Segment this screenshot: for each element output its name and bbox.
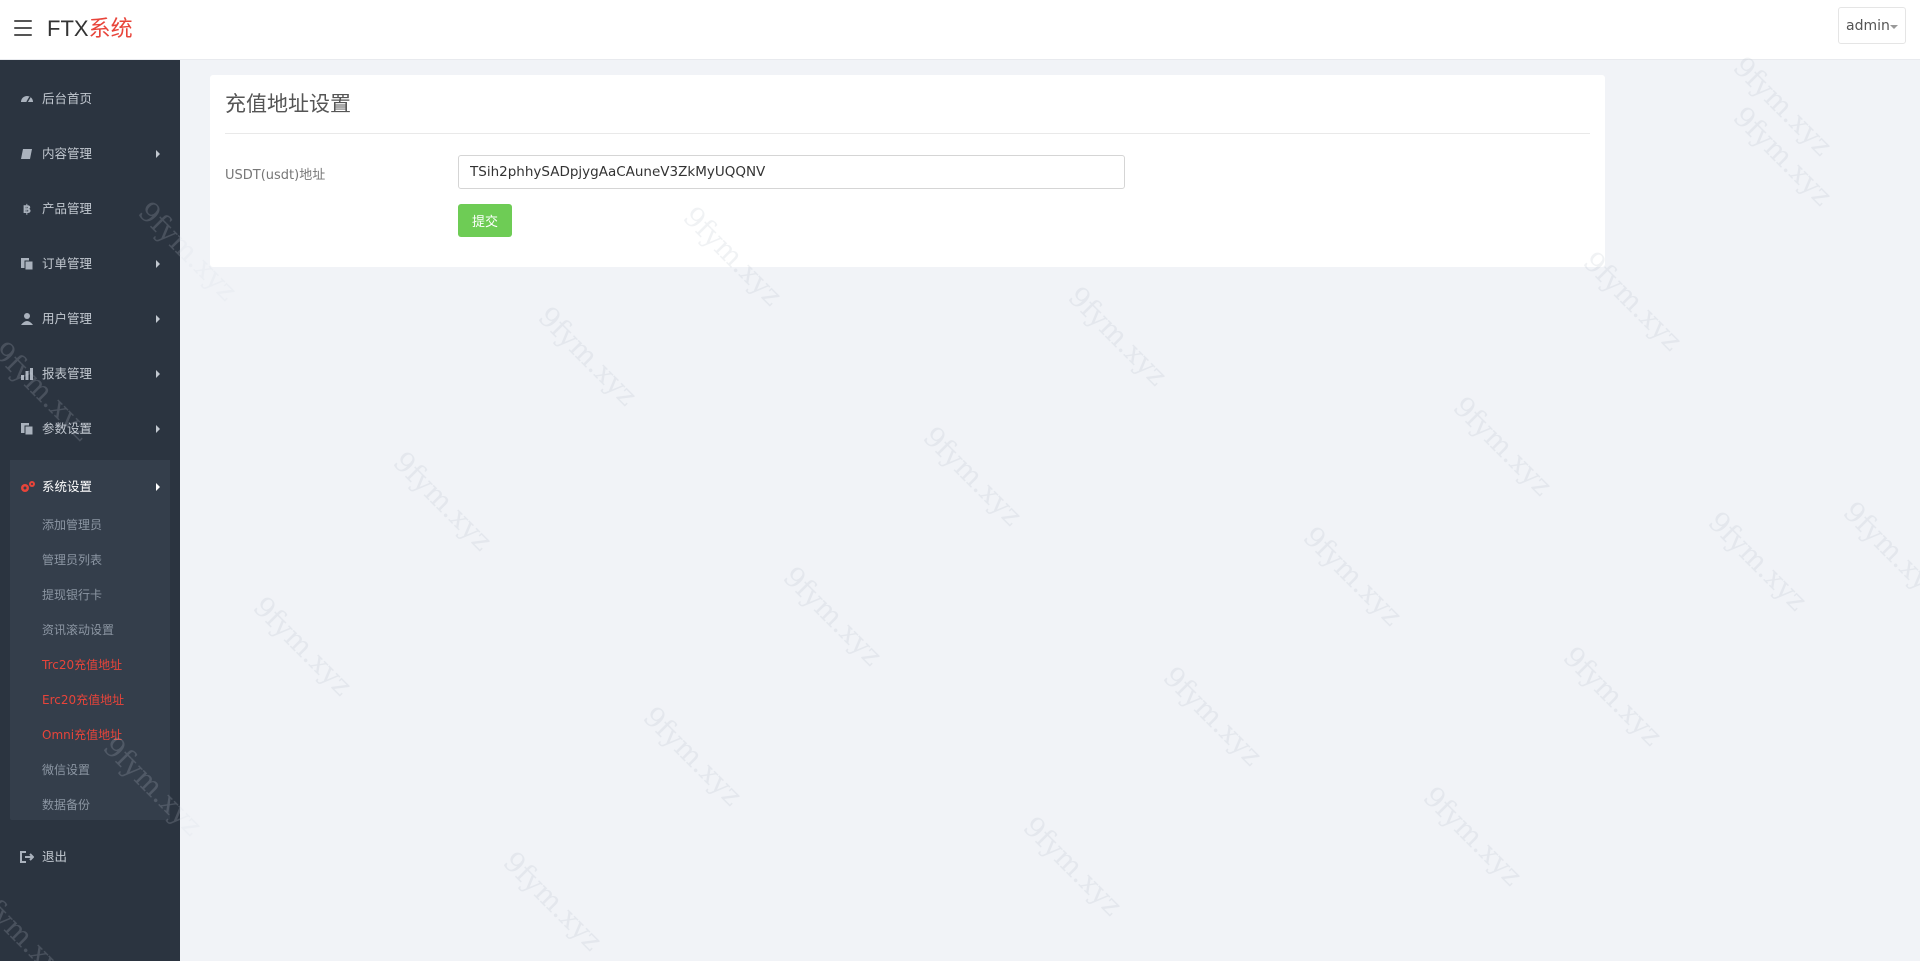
page-title: 充值地址设置 xyxy=(225,92,351,116)
watermark: 9fym.xyz xyxy=(1701,505,1814,618)
watermark: 9fym.xyz xyxy=(386,445,499,558)
divider xyxy=(225,133,1590,134)
user-name: admin xyxy=(1846,18,1890,34)
watermark: 9fym.xyz xyxy=(1061,280,1174,393)
watermark: 9fym.xyz xyxy=(1416,780,1529,893)
brand-suffix: 系统 xyxy=(88,16,133,41)
submenu-trc20-address[interactable]: Trc20充值地址 xyxy=(42,658,122,672)
sidebar: 后台首页 内容管理 ฿ 产品管理 订单管理 用户管理 报表管理 参数设置 系统设… xyxy=(0,60,180,961)
bitcoin-icon: ฿ xyxy=(22,202,32,216)
book-icon xyxy=(20,147,34,161)
dashboard-icon xyxy=(20,92,34,106)
sidebar-item-label: 后台首页 xyxy=(42,91,93,106)
copy-icon xyxy=(20,257,34,271)
brand-name: FTX xyxy=(47,16,89,41)
watermark: 9fym.xyz xyxy=(916,420,1029,533)
submenu-withdraw-bank[interactable]: 提现银行卡 xyxy=(42,588,102,602)
sidebar-item-logout[interactable]: 退出 xyxy=(10,830,170,885)
chevron-right-icon xyxy=(156,483,160,491)
submenu-erc20-address[interactable]: Erc20充值地址 xyxy=(42,693,124,707)
sign-out-icon xyxy=(20,850,35,864)
sidebar-item-content[interactable]: 内容管理 xyxy=(10,127,170,182)
sidebar-item-label: 内容管理 xyxy=(42,146,93,161)
chevron-right-icon xyxy=(156,370,160,378)
recharge-address-panel: 充值地址设置 USDT(usdt)地址 提交 xyxy=(210,75,1605,267)
submenu-admin-list[interactable]: 管理员列表 xyxy=(42,553,102,567)
watermark: 9fym.xyz xyxy=(246,590,359,703)
watermark: 9fym.xyz xyxy=(1156,660,1269,773)
user-icon xyxy=(20,312,34,326)
submenu-wechat-settings[interactable]: 微信设置 xyxy=(42,763,90,777)
watermark: 9fym.xyz xyxy=(1726,100,1839,213)
top-header: FTX系统 admin xyxy=(0,0,1920,60)
watermark: 9fym.xyz xyxy=(496,845,609,958)
copy-icon xyxy=(20,422,34,436)
user-dropdown[interactable]: admin xyxy=(1838,7,1906,44)
submenu-data-backup[interactable]: 数据备份 xyxy=(42,798,90,812)
watermark: 9fym.xyz xyxy=(1296,520,1409,633)
chart-icon xyxy=(20,367,34,381)
gears-icon xyxy=(20,480,35,494)
chevron-right-icon xyxy=(156,425,160,433)
submit-button[interactable]: 提交 xyxy=(458,204,512,237)
watermark: 9fym.xyz xyxy=(776,560,889,673)
sidebar-item-reports[interactable]: 报表管理 xyxy=(10,347,170,402)
watermark: 9fym.xyz xyxy=(1556,640,1669,753)
sidebar-item-label: 系统设置 xyxy=(42,479,93,494)
caret-down-icon xyxy=(1890,25,1898,29)
sidebar-item-params[interactable]: 参数设置 xyxy=(10,402,170,457)
sidebar-item-label: 订单管理 xyxy=(42,256,93,271)
sidebar-item-label: 退出 xyxy=(42,849,68,864)
chevron-right-icon xyxy=(156,315,160,323)
sidebar-item-label: 参数设置 xyxy=(42,421,93,436)
sidebar-item-dashboard[interactable]: 后台首页 xyxy=(10,72,170,127)
sidebar-item-label: 报表管理 xyxy=(42,366,93,381)
brand-logo[interactable]: FTX系统 xyxy=(47,15,133,43)
chevron-right-icon xyxy=(156,260,160,268)
watermark: 9fym.xyz xyxy=(531,300,644,413)
sidebar-item-label: 产品管理 xyxy=(42,201,93,216)
watermark: 9fym.xyz xyxy=(1836,495,1920,608)
watermark: 9fym.xyz xyxy=(1446,390,1559,503)
usdt-address-input[interactable] xyxy=(458,155,1125,189)
sidebar-item-label: 用户管理 xyxy=(42,311,93,326)
sidebar-item-system-settings[interactable]: 系统设置 xyxy=(10,460,170,515)
sidebar-item-products[interactable]: ฿ 产品管理 xyxy=(10,182,170,237)
submenu-add-admin[interactable]: 添加管理员 xyxy=(42,518,102,532)
chevron-right-icon xyxy=(156,150,160,158)
sidebar-item-users[interactable]: 用户管理 xyxy=(10,292,170,347)
watermark: 9fym.xyz xyxy=(1016,810,1129,923)
watermark: 9fym.xyz xyxy=(636,700,749,813)
sidebar-item-orders[interactable]: 订单管理 xyxy=(10,237,170,292)
usdt-address-label: USDT(usdt)地址 xyxy=(225,168,326,183)
submenu-news-scroll[interactable]: 资讯滚动设置 xyxy=(42,623,114,637)
submenu-omni-address[interactable]: Omni充值地址 xyxy=(42,728,122,742)
watermark: 9fym.xyz xyxy=(1726,50,1839,163)
menu-toggle-icon[interactable] xyxy=(14,20,32,36)
